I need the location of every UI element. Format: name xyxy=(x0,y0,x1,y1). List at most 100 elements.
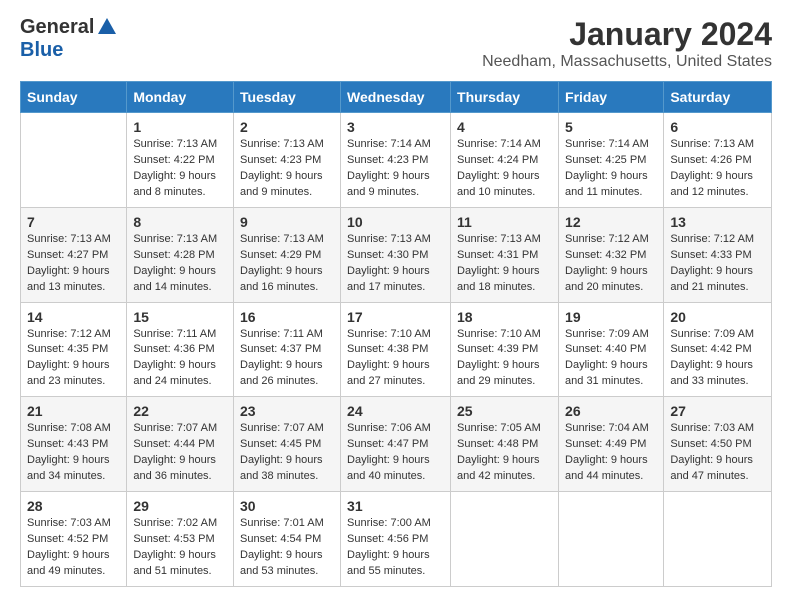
week-row-4: 21Sunrise: 7:08 AM Sunset: 4:43 PM Dayli… xyxy=(21,397,772,492)
day-number: 10 xyxy=(347,214,444,230)
day-cell: 11Sunrise: 7:13 AM Sunset: 4:31 PM Dayli… xyxy=(451,207,559,302)
day-number: 6 xyxy=(670,119,765,135)
column-header-tuesday: Tuesday xyxy=(234,82,341,113)
day-cell: 8 Sunrise: 7:13 AM Sunset: 4:28 PM Daylig… xyxy=(127,207,234,302)
day-number: 19 xyxy=(565,309,657,325)
day-info: Sunrise: 7:03 AM Sunset: 4:50 PM Dayligh… xyxy=(670,421,765,485)
day-number: 20 xyxy=(670,309,765,325)
day-number: 25 xyxy=(457,403,552,419)
column-header-thursday: Thursday xyxy=(451,82,559,113)
day-number: 22 xyxy=(133,403,227,419)
day-info: Sunrise: 7:04 AM Sunset: 4:49 PM Dayligh… xyxy=(565,421,657,485)
week-row-5: 28 Sunrise: 7:03 AM Sunset: 4:52 PM Dayli… xyxy=(21,492,772,587)
day-cell: 24 Sunrise: 7:06 AM Sunset: 4:47 PM Dayli… xyxy=(341,397,451,492)
logo-icon xyxy=(96,16,118,38)
day-cell: 27 Sunrise: 7:03 AM Sunset: 4:50 PM Dayli… xyxy=(664,397,772,492)
day-number: 14 xyxy=(27,309,120,325)
day-cell xyxy=(559,492,664,587)
day-number: 3 xyxy=(347,119,444,135)
column-header-monday: Monday xyxy=(127,82,234,113)
day-number: 28 xyxy=(27,498,120,514)
day-number: 7 xyxy=(27,214,120,230)
day-info: Sunrise: 7:12 AM Sunset: 4:33 PM Dayligh… xyxy=(670,232,765,296)
day-number: 12 xyxy=(565,214,657,230)
column-header-sunday: Sunday xyxy=(21,82,127,113)
day-number: 31 xyxy=(347,498,444,514)
day-info: Sunrise: 7:12 AM Sunset: 4:32 PM Dayligh… xyxy=(565,232,657,296)
day-number: 15 xyxy=(133,309,227,325)
day-number: 13 xyxy=(670,214,765,230)
day-number: 24 xyxy=(347,403,444,419)
day-cell: 9 Sunrise: 7:13 AM Sunset: 4:29 PM Daylig… xyxy=(234,207,341,302)
day-cell: 16Sunrise: 7:11 AM Sunset: 4:37 PM Dayli… xyxy=(234,302,341,397)
column-header-wednesday: Wednesday xyxy=(341,82,451,113)
day-number: 23 xyxy=(240,403,334,419)
day-cell: 18 Sunrise: 7:10 AM Sunset: 4:39 PM Dayli… xyxy=(451,302,559,397)
day-number: 26 xyxy=(565,403,657,419)
day-number: 4 xyxy=(457,119,552,135)
day-info: Sunrise: 7:13 AM Sunset: 4:31 PM Dayligh… xyxy=(457,232,552,296)
title-area: January 2024 Needham, Massachusetts, Uni… xyxy=(482,16,772,71)
header-row: SundayMondayTuesdayWednesdayThursdayFrid… xyxy=(21,82,772,113)
day-number: 21 xyxy=(27,403,120,419)
day-number: 9 xyxy=(240,214,334,230)
day-info: Sunrise: 7:09 AM Sunset: 4:42 PM Dayligh… xyxy=(670,327,765,391)
header: General Blue January 2024 Needham, Massa… xyxy=(20,16,772,71)
month-title: January 2024 xyxy=(482,16,772,53)
day-info: Sunrise: 7:14 AM Sunset: 4:24 PM Dayligh… xyxy=(457,137,552,201)
day-cell: 23 Sunrise: 7:07 AM Sunset: 4:45 PM Dayli… xyxy=(234,397,341,492)
day-cell: 1Sunrise: 7:13 AM Sunset: 4:22 PM Daylig… xyxy=(127,113,234,208)
day-info: Sunrise: 7:02 AM Sunset: 4:53 PM Dayligh… xyxy=(133,516,227,580)
day-cell: 20 Sunrise: 7:09 AM Sunset: 4:42 PM Dayli… xyxy=(664,302,772,397)
day-info: Sunrise: 7:14 AM Sunset: 4:25 PM Dayligh… xyxy=(565,137,657,201)
day-number: 16 xyxy=(240,309,334,325)
column-header-saturday: Saturday xyxy=(664,82,772,113)
day-cell xyxy=(451,492,559,587)
logo-blue-text: Blue xyxy=(20,39,63,62)
day-cell: 5Sunrise: 7:14 AM Sunset: 4:25 PM Daylig… xyxy=(559,113,664,208)
day-cell xyxy=(664,492,772,587)
day-info: Sunrise: 7:03 AM Sunset: 4:52 PM Dayligh… xyxy=(27,516,120,580)
day-cell: 4 Sunrise: 7:14 AM Sunset: 4:24 PM Daylig… xyxy=(451,113,559,208)
day-cell: 22Sunrise: 7:07 AM Sunset: 4:44 PM Dayli… xyxy=(127,397,234,492)
day-cell: 29Sunrise: 7:02 AM Sunset: 4:53 PM Dayli… xyxy=(127,492,234,587)
day-info: Sunrise: 7:13 AM Sunset: 4:29 PM Dayligh… xyxy=(240,232,334,296)
day-cell: 12 Sunrise: 7:12 AM Sunset: 4:32 PM Dayli… xyxy=(559,207,664,302)
logo: General Blue xyxy=(20,16,118,62)
day-info: Sunrise: 7:10 AM Sunset: 4:39 PM Dayligh… xyxy=(457,327,552,391)
day-info: Sunrise: 7:13 AM Sunset: 4:28 PM Dayligh… xyxy=(133,232,227,296)
day-info: Sunrise: 7:07 AM Sunset: 4:45 PM Dayligh… xyxy=(240,421,334,485)
day-cell: 3 Sunrise: 7:14 AM Sunset: 4:23 PM Daylig… xyxy=(341,113,451,208)
week-row-2: 7 Sunrise: 7:13 AM Sunset: 4:27 PM Daylig… xyxy=(21,207,772,302)
day-info: Sunrise: 7:09 AM Sunset: 4:40 PM Dayligh… xyxy=(565,327,657,391)
day-cell: 2Sunrise: 7:13 AM Sunset: 4:23 PM Daylig… xyxy=(234,113,341,208)
day-cell: 13 Sunrise: 7:12 AM Sunset: 4:33 PM Dayli… xyxy=(664,207,772,302)
day-cell: 7 Sunrise: 7:13 AM Sunset: 4:27 PM Daylig… xyxy=(21,207,127,302)
location-title: Needham, Massachusetts, United States xyxy=(482,53,772,71)
day-info: Sunrise: 7:10 AM Sunset: 4:38 PM Dayligh… xyxy=(347,327,444,391)
day-info: Sunrise: 7:01 AM Sunset: 4:54 PM Dayligh… xyxy=(240,516,334,580)
day-cell: 30Sunrise: 7:01 AM Sunset: 4:54 PM Dayli… xyxy=(234,492,341,587)
day-info: Sunrise: 7:06 AM Sunset: 4:47 PM Dayligh… xyxy=(347,421,444,485)
logo-general-text: General xyxy=(20,16,94,39)
day-cell: 25 Sunrise: 7:05 AM Sunset: 4:48 PM Dayli… xyxy=(451,397,559,492)
day-cell: 28 Sunrise: 7:03 AM Sunset: 4:52 PM Dayli… xyxy=(21,492,127,587)
day-cell xyxy=(21,113,127,208)
calendar-table: SundayMondayTuesdayWednesdayThursdayFrid… xyxy=(20,81,772,587)
day-number: 8 xyxy=(133,214,227,230)
week-row-3: 14Sunrise: 7:12 AM Sunset: 4:35 PM Dayli… xyxy=(21,302,772,397)
week-row-1: 1Sunrise: 7:13 AM Sunset: 4:22 PM Daylig… xyxy=(21,113,772,208)
day-info: Sunrise: 7:00 AM Sunset: 4:56 PM Dayligh… xyxy=(347,516,444,580)
column-header-friday: Friday xyxy=(559,82,664,113)
day-number: 27 xyxy=(670,403,765,419)
day-cell: 21Sunrise: 7:08 AM Sunset: 4:43 PM Dayli… xyxy=(21,397,127,492)
day-info: Sunrise: 7:13 AM Sunset: 4:27 PM Dayligh… xyxy=(27,232,120,296)
day-number: 18 xyxy=(457,309,552,325)
day-info: Sunrise: 7:11 AM Sunset: 4:36 PM Dayligh… xyxy=(133,327,227,391)
day-cell: 10Sunrise: 7:13 AM Sunset: 4:30 PM Dayli… xyxy=(341,207,451,302)
day-info: Sunrise: 7:14 AM Sunset: 4:23 PM Dayligh… xyxy=(347,137,444,201)
day-number: 2 xyxy=(240,119,334,135)
day-info: Sunrise: 7:05 AM Sunset: 4:48 PM Dayligh… xyxy=(457,421,552,485)
day-cell: 15 Sunrise: 7:11 AM Sunset: 4:36 PM Dayli… xyxy=(127,302,234,397)
day-number: 17 xyxy=(347,309,444,325)
